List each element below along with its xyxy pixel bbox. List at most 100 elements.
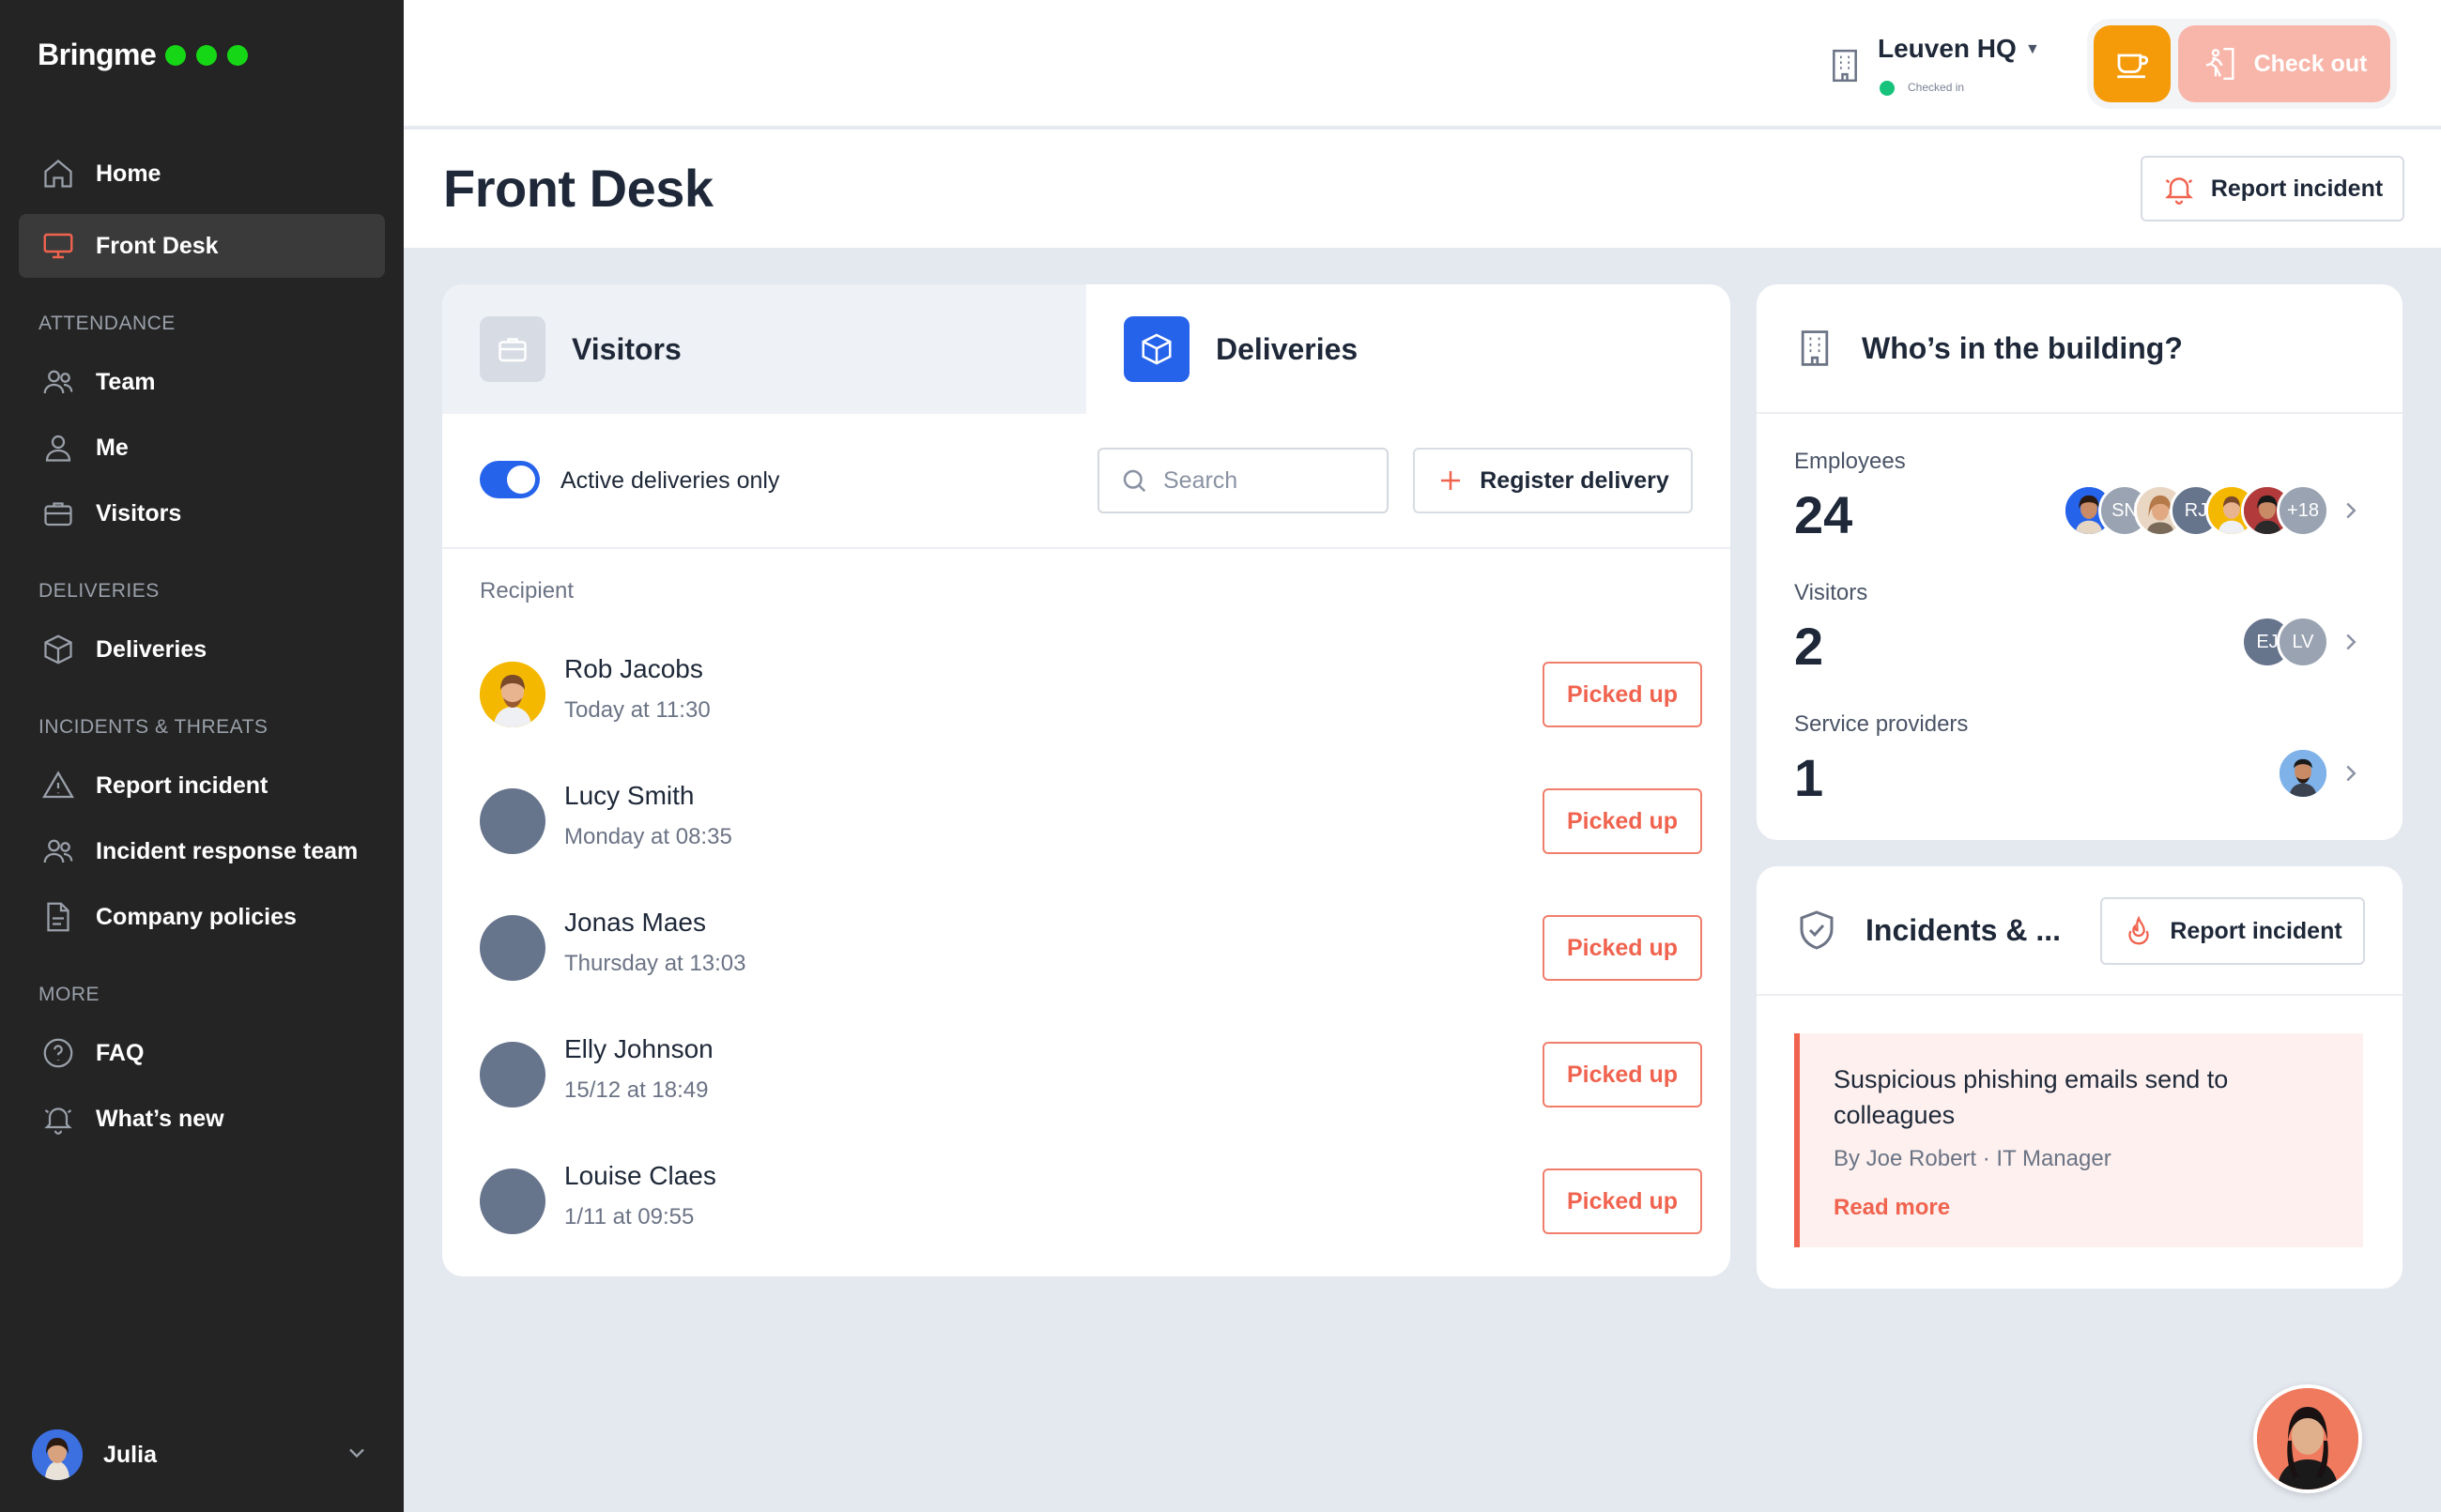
bell-icon <box>39 1100 77 1138</box>
avatar <box>2277 747 2329 800</box>
table-row: Rob Jacobs Today at 11:30 Picked up <box>480 641 1702 746</box>
more-avatars-count: +18 <box>2277 484 2329 537</box>
sidebar-item-label: Visitors <box>96 499 182 527</box>
toggle-label: Active deliveries only <box>560 467 780 494</box>
picked-up-button[interactable]: Picked up <box>1543 1168 1702 1234</box>
report-incident-button[interactable]: Report incident <box>2141 156 2404 221</box>
picked-up-button[interactable]: Picked up <box>1543 915 1702 981</box>
check-out-label: Check out <box>2253 50 2368 77</box>
recipient-name: Louise Claes <box>564 1161 716 1190</box>
sidebar-item-label: Home <box>96 160 161 187</box>
top-bar: Leuven HQ ▼ Checked in Check out <box>404 0 2441 128</box>
building-icon <box>1801 330 1829 366</box>
section-label-incidents: INCIDENTS & THREATS <box>38 716 269 738</box>
checkin-status: Checked in <box>1908 81 1965 94</box>
picked-up-button[interactable]: Picked up <box>1543 662 1702 727</box>
box-icon <box>1124 316 1190 382</box>
stat-service-providers[interactable]: Service providers 1 <box>1794 711 2357 840</box>
stat-label: Employees <box>1794 449 1906 474</box>
read-more-link[interactable]: Read more <box>1834 1195 1950 1221</box>
sidebar-item-deliveries[interactable]: Deliveries <box>19 618 385 681</box>
monitor-icon <box>39 227 77 265</box>
sidebar-item-label: Report incident <box>96 771 269 799</box>
page-header: Front Desk Report incident <box>404 130 2441 248</box>
location-selector[interactable]: Leuven HQ <box>1878 34 2017 64</box>
register-delivery-label: Register delivery <box>1480 466 1669 494</box>
brand-logo[interactable]: Bringme <box>38 38 258 72</box>
sidebar-item-incident-response-team[interactable]: Incident response team <box>19 819 385 883</box>
chevron-right-icon[interactable] <box>2337 494 2365 527</box>
stat-visitors[interactable]: Visitors 2 EJ LV <box>1794 580 2357 711</box>
incidents-card-header: Incidents & ... Report incident <box>1757 866 2403 996</box>
recipient-name: Rob Jacobs <box>564 654 703 683</box>
chevron-right-icon[interactable] <box>2337 625 2365 659</box>
report-incident-button[interactable]: Report incident <box>2100 897 2365 965</box>
stat-employees[interactable]: Employees 24 SN RJ +18 <box>1794 449 2357 580</box>
tab-visitors[interactable]: Visitors <box>442 284 1086 414</box>
building-card-title: Who’s in the building? <box>1862 330 2183 365</box>
report-incident-label: Report incident <box>2170 917 2342 944</box>
user-name: Julia <box>103 1441 157 1468</box>
sidebar-item-label: Team <box>96 368 156 395</box>
chevron-right-icon[interactable] <box>2337 756 2365 790</box>
search-input[interactable] <box>1163 466 1370 495</box>
sidebar-item-company-policies[interactable]: Company policies <box>19 885 385 949</box>
sidebar-item-label: What’s new <box>96 1105 224 1132</box>
sidebar-item-whats-new[interactable]: What’s new <box>19 1087 385 1151</box>
picked-up-button[interactable]: Picked up <box>1543 1042 1702 1107</box>
stat-label: Service providers <box>1794 711 1969 737</box>
table-row: Jonas Maes Thursday at 13:03 Picked up <box>480 894 1702 1000</box>
briefcase-icon <box>480 316 545 382</box>
avatar <box>480 1042 545 1107</box>
incident-item[interactable]: Suspicious phishing emails send to colle… <box>1794 1033 2363 1247</box>
document-icon <box>39 898 77 936</box>
sidebar-item-visitors[interactable]: Visitors <box>19 481 385 545</box>
table-row: Lucy Smith Monday at 08:35 Picked up <box>480 768 1702 873</box>
sidebar-item-label: Company policies <box>96 903 297 930</box>
active-deliveries-toggle[interactable] <box>480 461 540 498</box>
sidebar-item-label: Deliveries <box>96 635 207 663</box>
incident-title: Suspicious phishing emails send to colle… <box>1834 1065 2229 1129</box>
stat-value: 1 <box>1794 748 1824 807</box>
sidebar-item-me[interactable]: Me <box>19 416 385 480</box>
status-dot <box>1880 81 1895 96</box>
sidebar-item-front-desk[interactable]: Front Desk <box>19 214 385 278</box>
support-chat-avatar[interactable] <box>2253 1384 2362 1493</box>
page-title: Front Desk <box>443 159 714 218</box>
avatar <box>480 662 545 727</box>
chevron-down-icon[interactable] <box>344 1440 370 1471</box>
sidebar-item-team[interactable]: Team <box>19 350 385 414</box>
section-label-attendance: ATTENDANCE <box>38 313 176 334</box>
box-icon <box>39 631 77 668</box>
picked-up-button[interactable]: Picked up <box>1543 788 1702 854</box>
table-row: Elly Johnson 15/12 at 18:49 Picked up <box>480 1021 1702 1126</box>
sidebar-item-faq[interactable]: FAQ <box>19 1021 385 1085</box>
building-icon <box>1826 47 1864 84</box>
delivery-time: 15/12 at 18:49 <box>564 1077 709 1103</box>
warning-icon <box>39 767 77 804</box>
user-menu[interactable]: Julia <box>32 1427 370 1483</box>
recipient-name: Elly Johnson <box>564 1034 714 1063</box>
check-out-button[interactable]: Check out <box>2178 25 2390 102</box>
sidebar-item-label: Incident response team <box>96 837 359 864</box>
tab-label: Deliveries <box>1216 331 1359 366</box>
coffee-icon <box>2112 42 2152 86</box>
team-icon <box>39 363 77 401</box>
sidebar-item-report-incident[interactable]: Report incident <box>19 754 385 817</box>
sidebar-item-home[interactable]: Home <box>19 142 385 206</box>
recipient-name: Jonas Maes <box>564 908 706 937</box>
caret-down-icon[interactable]: ▼ <box>2025 41 2040 58</box>
building-card-header: Who’s in the building? <box>1757 284 2403 414</box>
delivery-time: 1/11 at 09:55 <box>564 1204 695 1229</box>
avatar: LV <box>2277 616 2329 668</box>
search-input-wrapper[interactable] <box>1098 448 1389 513</box>
stat-value: 2 <box>1794 617 1824 676</box>
tab-bar: Visitors Deliveries <box>442 284 1730 414</box>
break-button[interactable] <box>2094 25 2171 102</box>
sidebar-item-label: FAQ <box>96 1039 145 1066</box>
home-icon <box>39 155 77 192</box>
register-delivery-button[interactable]: Register delivery <box>1413 448 1693 513</box>
tab-deliveries[interactable]: Deliveries <box>1086 284 1730 414</box>
exit-door-icon <box>2205 48 2234 80</box>
team-icon <box>39 832 77 870</box>
